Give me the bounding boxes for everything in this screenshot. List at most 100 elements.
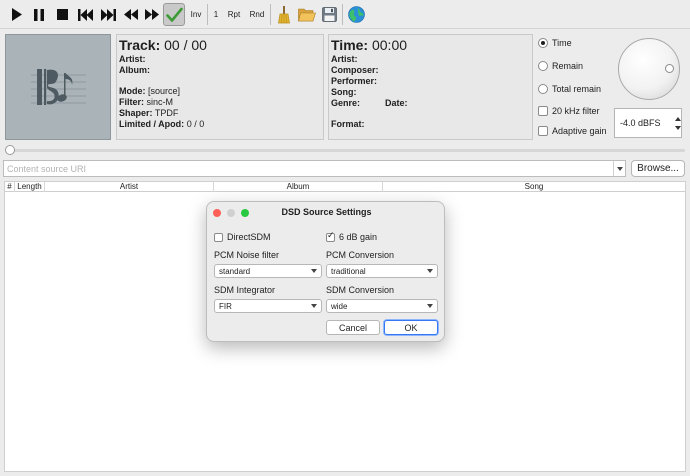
save-icon: [321, 7, 337, 22]
remain-radio[interactable]: [538, 61, 548, 71]
cover-art: [5, 34, 111, 140]
globe-icon: [347, 6, 365, 23]
sdm-conversion-select[interactable]: wide: [326, 299, 438, 313]
network-button[interactable]: [345, 3, 367, 26]
time-radio-label: Time: [552, 38, 572, 48]
adaptive-gain-label: Adaptive gain: [552, 126, 607, 136]
volume-knob-indicator: [665, 64, 674, 73]
direct-sdm-label: DirectSDM: [227, 232, 271, 242]
chevron-down-icon: [616, 166, 623, 171]
genre-label: Genre:: [331, 98, 361, 108]
content-source-dropdown[interactable]: [613, 161, 625, 176]
direct-sdm-checkbox[interactable]: [214, 233, 223, 242]
total-remain-radio[interactable]: [538, 84, 548, 94]
music-clef-icon: [31, 69, 86, 105]
filter-value: sinc-M: [146, 97, 174, 107]
time-artist-label: Artist:: [331, 54, 358, 64]
chevron-down-icon: [427, 304, 433, 308]
volume-value: -4.0 dBFS: [620, 118, 661, 128]
khz-filter-checkbox[interactable]: [538, 106, 548, 116]
seek-slider-track[interactable]: [10, 149, 685, 152]
shaper-line: Shaper: TPDF: [119, 108, 179, 118]
rewind-button[interactable]: [120, 3, 142, 26]
track-artist-label: Artist:: [119, 54, 146, 64]
browse-button[interactable]: Browse...: [631, 160, 685, 177]
spin-up-down-icon[interactable]: [675, 116, 681, 131]
remain-radio-label: Remain: [552, 61, 584, 71]
enable-processing-button[interactable]: [163, 3, 185, 26]
pcm-noise-label: PCM Noise filter: [214, 250, 280, 260]
format-label: Format:: [331, 119, 365, 129]
stop-button[interactable]: [52, 3, 72, 26]
gain-label: 6 dB gain: [339, 232, 378, 242]
mode-line: Mode: [source]: [119, 86, 181, 96]
toolbar-separator: [270, 4, 271, 25]
toolbar: Inv 1 Rpt Rnd: [0, 0, 690, 29]
skip-forward-icon: [100, 8, 116, 21]
pcm-noise-select[interactable]: standard: [214, 264, 322, 278]
sdm-integrator-label: SDM Integrator: [214, 285, 276, 295]
invert-button[interactable]: Inv: [187, 3, 205, 26]
volume-spinbox[interactable]: -4.0 dBFS: [614, 108, 682, 138]
ok-button[interactable]: OK: [384, 320, 438, 335]
sdm-integrator-value: FIR: [219, 302, 232, 311]
limited-value: 0 / 0: [186, 119, 205, 129]
previous-track-button[interactable]: [74, 3, 96, 26]
pause-button[interactable]: [29, 3, 49, 26]
song-label: Song:: [331, 87, 357, 97]
chevron-down-icon: [311, 269, 317, 273]
pause-icon: [34, 8, 44, 21]
pcm-conversion-label: PCM Conversion: [326, 250, 395, 260]
open-playlist-button[interactable]: [296, 3, 318, 26]
adaptive-gain-checkbox[interactable]: [538, 126, 548, 136]
shaper-value: TPDF: [154, 108, 179, 118]
sdm-conversion-label: SDM Conversion: [326, 285, 395, 295]
repeat-button[interactable]: Rpt: [224, 3, 244, 26]
gain-checkbox[interactable]: [326, 231, 335, 242]
limited-line: Limited / Apod: 0 / 0: [119, 119, 205, 129]
track-album-label: Album:: [119, 65, 150, 75]
seek-slider-handle[interactable]: [5, 145, 15, 155]
content-source-placeholder: Content source URI: [7, 164, 87, 174]
time-radio[interactable]: [538, 38, 548, 48]
playlist-header: # Length Artist Album Song: [4, 181, 686, 192]
content-source-combo[interactable]: Content source URI: [3, 160, 626, 177]
date-label: Date:: [385, 98, 408, 108]
performer-label: Performer:: [331, 76, 378, 86]
broom-icon: [278, 5, 290, 23]
checkmark-icon: [165, 7, 183, 22]
clear-playlist-button[interactable]: [273, 3, 295, 26]
track-heading: Track: 00 / 00: [119, 37, 207, 53]
play-button[interactable]: [7, 3, 27, 26]
fast-forward-icon: [145, 9, 159, 20]
time-info-panel: Time: 00:00 Artist: Composer: Performer:…: [328, 34, 533, 140]
pcm-noise-value: standard: [219, 267, 251, 276]
fast-forward-button[interactable]: [142, 3, 162, 26]
column-header-song[interactable]: Song: [383, 182, 685, 192]
toolbar-separator: [207, 4, 208, 25]
column-header-length[interactable]: Length: [15, 182, 45, 192]
filter-line: Filter: sinc-M: [119, 97, 174, 107]
save-playlist-button[interactable]: [318, 3, 340, 26]
next-track-button[interactable]: [97, 3, 119, 26]
sdm-integrator-select[interactable]: FIR: [214, 299, 322, 313]
pcm-conversion-select[interactable]: traditional: [326, 264, 438, 278]
column-header-album[interactable]: Album: [214, 182, 383, 192]
column-header-artist[interactable]: Artist: [45, 182, 214, 192]
volume-knob[interactable]: [618, 38, 680, 100]
dsd-settings-dialog: DSD Source Settings DirectSDM 6 dB gain …: [206, 201, 445, 342]
sdm-conversion-value: wide: [331, 302, 348, 311]
skip-back-icon: [77, 8, 93, 21]
column-header-number[interactable]: #: [5, 182, 15, 192]
track-number-button[interactable]: 1: [210, 3, 222, 26]
mode-value: [source]: [148, 86, 181, 96]
composer-label: Composer:: [331, 65, 379, 75]
total-remain-radio-label: Total remain: [552, 84, 602, 94]
folder-icon: [298, 8, 316, 22]
random-button[interactable]: Rnd: [247, 3, 267, 26]
cancel-button[interactable]: Cancel: [326, 320, 380, 335]
track-counter: 00 / 00: [164, 37, 207, 53]
play-icon: [12, 8, 22, 21]
khz-filter-label: 20 kHz filter: [552, 106, 600, 116]
stop-icon: [56, 9, 68, 20]
